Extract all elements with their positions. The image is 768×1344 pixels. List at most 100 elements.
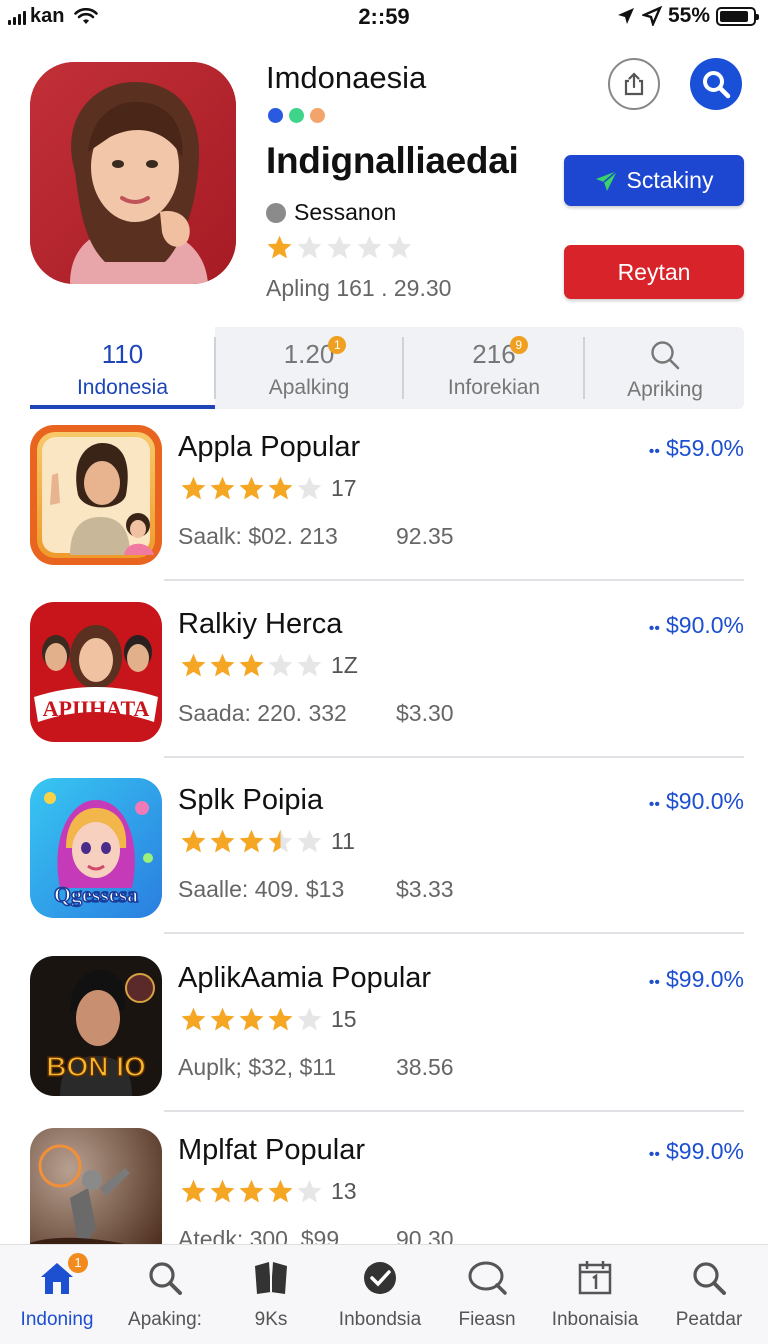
tab-label: Apriking xyxy=(627,378,703,401)
search-button[interactable] xyxy=(690,58,742,110)
app-icon xyxy=(30,425,162,565)
star-icon xyxy=(297,235,322,259)
price-value: $99.0% xyxy=(665,966,744,992)
tab-label: Inforekian xyxy=(447,376,541,399)
app-title: Indignalliaedai xyxy=(266,140,519,181)
app-stat: Saalk: $02. 213 xyxy=(178,523,338,549)
tab-number-text: 1.20 xyxy=(283,339,335,369)
price-label[interactable]: •• $59.0% xyxy=(649,435,744,462)
search-icon xyxy=(693,1262,726,1295)
star-icon xyxy=(267,235,292,259)
battery-icon xyxy=(716,6,759,26)
price-label[interactable]: •• $99.0% xyxy=(649,1138,744,1165)
location-arrow-icon xyxy=(617,8,634,24)
color-dot xyxy=(289,108,304,123)
list-item[interactable]: APIIHATA Ralkiy Herca 1Z Saada: 220. 332… xyxy=(30,602,744,758)
tab-search-icon-wrap xyxy=(649,339,681,378)
share-icon xyxy=(624,72,644,96)
divider xyxy=(164,932,744,934)
location-arrow-icon-2 xyxy=(641,6,662,26)
rating-stars: 11 xyxy=(180,828,355,855)
rating-stars: 13 xyxy=(180,1178,357,1205)
check-badge-icon xyxy=(364,1262,396,1294)
hero-rating xyxy=(266,234,413,261)
star-icon xyxy=(181,1007,206,1031)
list-item[interactable]: BON IO AplikAamia Popular 15 Auplk; $32,… xyxy=(30,956,744,1112)
rating-stars: 15 xyxy=(180,1006,357,1033)
app-icon-text: BON IO xyxy=(46,1051,146,1082)
star-icon xyxy=(297,476,322,500)
list-item[interactable]: Qgessesa Splk Poipia 11 Saalle: 409. $13… xyxy=(30,778,744,934)
battery-percent: 55% xyxy=(667,4,710,27)
bottom-nav: 1 Indoning Apaking: 9Ks Inbondsia Fieasn… xyxy=(0,1244,768,1344)
primary-action-button[interactable]: Sctakiny xyxy=(564,155,744,206)
star-icon xyxy=(268,653,293,677)
star-icon xyxy=(181,476,206,500)
rating-count: 17 xyxy=(331,475,357,501)
app-icon-text: APIIHATA xyxy=(43,696,150,721)
status-right: 55% xyxy=(616,4,759,28)
tab-indonesia[interactable]: 110 Indonesia xyxy=(30,327,215,409)
nav-item-inbonaisia[interactable]: Inbonaisia xyxy=(540,1253,650,1331)
tab-apriking[interactable]: Apriking xyxy=(586,327,744,409)
price-value: $90.0% xyxy=(665,612,744,638)
book-icon xyxy=(255,1262,287,1294)
arrow-icon: •• xyxy=(648,1146,660,1163)
tab-apalking[interactable]: 1.20 1 Apalking xyxy=(216,327,402,409)
rating-stars: 17 xyxy=(180,475,357,502)
app-title: Ralkiy Herca xyxy=(178,608,343,640)
tab-inforekian[interactable]: 216 9 Inforekian xyxy=(404,327,584,409)
search-icon xyxy=(703,71,731,99)
app-icon: APIIHATA xyxy=(30,602,162,742)
nav-label: Inbondsia xyxy=(338,1309,422,1330)
nav-label: Fieasn xyxy=(458,1309,516,1330)
star-icon xyxy=(181,653,206,677)
nav-item-9ks[interactable]: 9Ks xyxy=(216,1253,326,1331)
nav-item-apaking[interactable]: Apaking: xyxy=(110,1253,220,1331)
nav-item-inbondsia[interactable]: Inbondsia xyxy=(325,1253,435,1331)
nav-badge: 1 xyxy=(68,1253,88,1273)
price-label[interactable]: •• $90.0% xyxy=(649,788,744,815)
star-icon xyxy=(239,476,264,500)
star-icon xyxy=(268,1179,293,1203)
star-icon xyxy=(297,829,322,853)
app-title: Mplfat Popular xyxy=(178,1134,365,1166)
price-value: $99.0% xyxy=(665,1138,744,1164)
secondary-action-button[interactable]: Reytan xyxy=(564,245,744,299)
color-dot xyxy=(310,108,325,123)
app-hero-image xyxy=(30,62,236,284)
tab-label: Indonesia xyxy=(76,376,169,399)
tab-divider xyxy=(583,337,585,399)
star-icon xyxy=(239,1179,264,1203)
list-item[interactable]: Appla Popular 17 Saalk: $02. 213 92.35 •… xyxy=(30,425,744,581)
app-stat: $3.33 xyxy=(396,876,454,902)
arrow-icon: •• xyxy=(648,620,660,637)
nav-label: Indoning xyxy=(20,1309,94,1330)
nav-item-home[interactable]: 1 Indoning xyxy=(2,1253,112,1331)
tab-badge: 1 xyxy=(328,336,347,354)
search-icon xyxy=(651,341,680,370)
star-icon xyxy=(327,235,352,259)
share-button[interactable] xyxy=(608,58,660,110)
price-label[interactable]: •• $90.0% xyxy=(649,612,744,639)
secondary-button-label: Reytan xyxy=(617,258,691,285)
star-icon xyxy=(210,476,235,500)
rating-count: 11 xyxy=(331,828,355,854)
star-icon xyxy=(210,1179,235,1203)
primary-button-label: Sctakiny xyxy=(626,167,714,193)
price-value: $59.0% xyxy=(665,435,744,461)
rating-count: 15 xyxy=(331,1006,357,1032)
star-icon xyxy=(268,829,293,853)
star-icon xyxy=(268,476,293,500)
price-label[interactable]: •• $99.0% xyxy=(649,966,744,993)
app-stat: Saada: 220. 332 xyxy=(178,700,347,726)
nav-item-fieasn[interactable]: Fieasn xyxy=(432,1253,542,1331)
star-icon xyxy=(210,829,235,853)
color-dot xyxy=(268,108,283,123)
app-icon: BON IO xyxy=(30,956,162,1096)
app-stat: Auplk; $32, $11 xyxy=(178,1054,337,1080)
app-stat: Saalle: 409. $13 xyxy=(178,876,345,902)
nav-item-peatdar[interactable]: Peatdar xyxy=(654,1253,764,1331)
star-icon xyxy=(181,1179,206,1203)
star-icon xyxy=(239,653,264,677)
